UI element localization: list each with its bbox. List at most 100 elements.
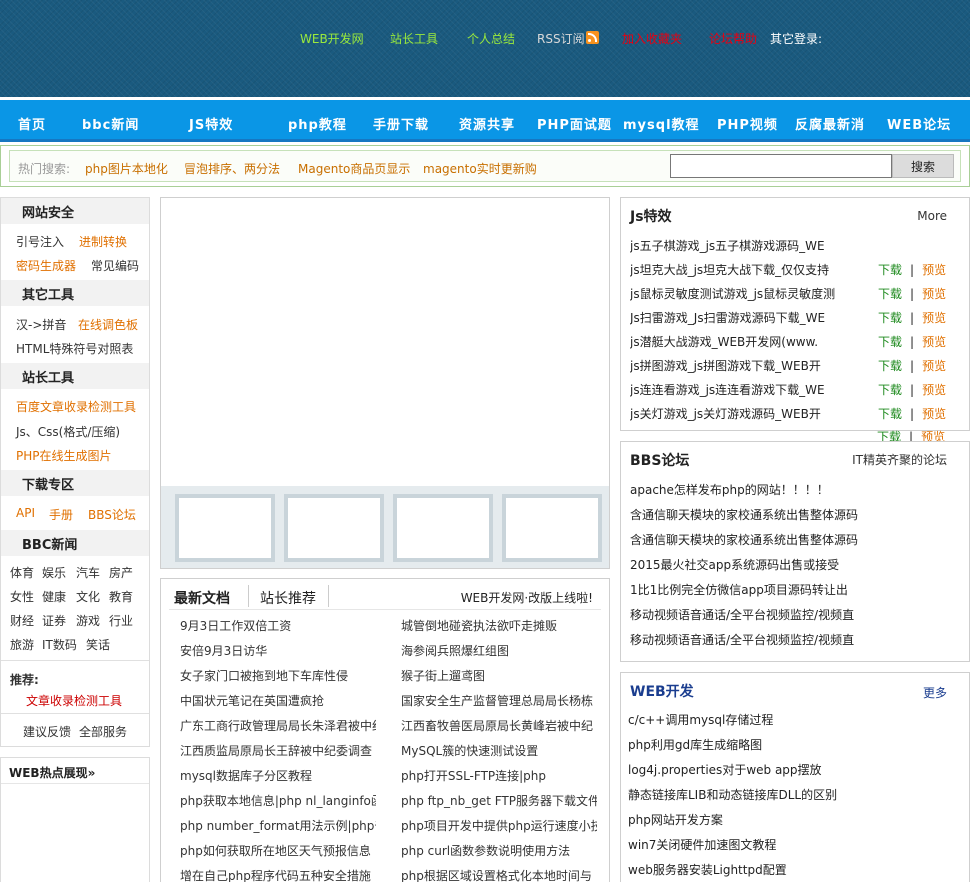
doc-link[interactable]: 9月3日工作双倍工资 [180,617,376,634]
web-article-link[interactable]: php利用gd库生成缩略图 [628,736,958,753]
top-link-forum-help[interactable]: 论坛帮助 [709,30,757,47]
doc-link[interactable]: mysql数据库子分区教程 [180,767,376,784]
nav-item-resource-share[interactable]: 资源共享 [459,114,515,133]
doc-link[interactable]: php根据区域设置格式化本地时间与 [401,867,597,882]
js-effect-link[interactable]: js关灯游戏_js关灯游戏源码_WEB开 [630,405,840,422]
web-article-link[interactable]: 静态链接库LIB和动态链接库DLL的区别 [628,786,958,803]
doc-link[interactable]: php curl函数参数说明使用方法 [401,842,597,859]
link-php-image-generator[interactable]: PHP在线生成图片 [16,447,112,464]
js-effect-link[interactable]: js拼图游戏_js拼图游戏下载_WEB开 [630,357,840,374]
news-category-link[interactable]: 房产 [109,564,133,581]
doc-link[interactable]: 增在自己php程序代码五种安全措施 [180,867,376,882]
image-slideshow[interactable] [160,197,610,569]
nav-item-bbc-news[interactable]: bbc新闻 [82,114,139,133]
download-link[interactable]: 下载 [878,287,902,301]
bbs-thread-link[interactable]: 1比1比例完全仿微信app项目源码转让出 [630,581,960,598]
news-category-link[interactable]: 体育 [10,564,34,581]
link-recommended-tool[interactable]: 文章收录检测工具 [26,692,122,709]
news-category-link[interactable]: 证券 [42,612,66,629]
doc-link[interactable]: php如何获取所在地区天气预报信息 [180,842,376,859]
download-link[interactable]: 下载 [878,407,902,421]
nav-item-php-interview[interactable]: PHP面试题 [537,114,612,133]
top-link-web-dev[interactable]: WEB开发网 [300,30,364,47]
link-all-services[interactable]: 全部服务 [79,723,127,740]
preview-link[interactable]: 预览 [922,335,946,349]
news-category-link[interactable]: 游戏 [76,612,100,629]
doc-link[interactable]: 江西质监局原局长王辞被中纪委调查 [180,742,376,759]
hot-search-link[interactable]: 冒泡排序、两分法 [184,160,280,177]
search-input[interactable] [670,154,892,178]
link-feedback[interactable]: 建议反馈 [23,723,71,740]
hot-search-link[interactable]: php图片本地化 [85,160,168,177]
doc-link[interactable]: 广东工商行政管理局局长朱泽君被中纪 [180,717,376,734]
news-category-link[interactable]: 行业 [109,612,133,629]
web-article-link[interactable]: win7关闭硬件加速图文教程 [628,836,958,853]
web-article-link[interactable]: c/c++调用mysql存储过程 [628,711,958,728]
nav-item-home[interactable]: 首页 [18,114,46,133]
top-link-webmaster-tools[interactable]: 站长工具 [390,30,438,47]
download-link[interactable]: 下载 [878,311,902,325]
doc-link[interactable]: 猴子街上遛鸢图 [401,667,597,684]
download-link[interactable]: 下载 [878,263,902,277]
link-baidu-index-check[interactable]: 百度文章收录检测工具 [16,398,136,415]
link-html-symbols[interactable]: HTML特殊符号对照表 [16,340,133,357]
link-manual[interactable]: 手册 [49,506,73,523]
doc-link[interactable]: 城管倒地碰瓷执法欲吓走摊贩 [401,617,597,634]
doc-link[interactable]: 海参阅兵照爆红组图 [401,642,597,659]
link-password-generator[interactable]: 密码生成器 [16,257,76,274]
slide-thumbnail[interactable] [393,494,493,562]
slide-thumbnail[interactable] [284,494,384,562]
bbs-thread-link[interactable]: 含通信聊天模块的家校通系统出售整体源码 [630,506,960,523]
news-category-link[interactable]: 健康 [42,588,66,605]
download-link[interactable]: 下载 [878,359,902,373]
doc-link[interactable]: php打开SSL-FTP连接|php [401,767,597,784]
js-effect-link[interactable]: js鼠标灵敏度测试游戏_js鼠标灵敏度测 [630,285,840,302]
doc-link[interactable]: 江西畜牧兽医局原局长黄峰岩被中纪 [401,717,597,734]
news-category-link[interactable]: 教育 [109,588,133,605]
top-link-add-favorite[interactable]: 加入收藏夹 [622,30,682,47]
web-article-link[interactable]: web服务器安装Lighttpd配置 [628,861,958,878]
nav-item-anticorruption[interactable]: 反腐最新消 [795,114,865,133]
js-more-link[interactable]: More [917,209,947,223]
doc-link[interactable]: php获取本地信息|php nl_langinfo函 [180,792,376,809]
preview-link[interactable]: 预览 [922,263,946,277]
js-effect-link[interactable]: js坦克大战_js坦克大战下载_仅仅支持 [630,261,840,278]
nav-item-js-effects[interactable]: JS特效 [189,114,233,133]
bbs-thread-link[interactable]: 2015最火社交app系统源码出售或接受 [630,556,960,573]
news-category-link[interactable]: 汽车 [76,564,100,581]
slide-thumbnail[interactable] [502,494,602,562]
news-category-link[interactable]: 笑话 [86,636,110,653]
slide-thumbnail[interactable] [175,494,275,562]
web-article-link[interactable]: php网站开发方案 [628,811,958,828]
doc-link[interactable]: 国家安全生产监督管理总局局长杨栋 [401,692,597,709]
nav-item-manual-download[interactable]: 手册下载 [373,114,429,133]
link-color-palette[interactable]: 在线调色板 [78,316,138,333]
doc-link[interactable]: php项目开发中提供php运行速度小技 [401,817,597,834]
bbs-thread-link[interactable]: 移动视频语音通话/全平台视频监控/视频直 [630,631,960,648]
top-link-rss[interactable]: RSS订阅 [537,30,599,47]
bbs-thread-link[interactable]: apache怎样发布php的网站！！！！ [630,481,960,498]
doc-link[interactable]: 安倍9月3日访华 [180,642,376,659]
doc-link[interactable]: 中国状元笔记在英国遭疯抢 [180,692,376,709]
bbs-thread-link[interactable]: 移动视频语音通话/全平台视频监控/视频直 [630,606,960,623]
download-link[interactable]: 下载 [878,335,902,349]
hot-search-link[interactable]: magento实时更新购 [423,160,537,177]
news-category-link[interactable]: IT数码 [42,636,77,653]
nav-item-mysql-tutorial[interactable]: mysql教程 [623,114,700,133]
link-chinese-to-pinyin[interactable]: 汉->拼音 [16,316,66,333]
news-category-link[interactable]: 旅游 [10,636,34,653]
news-category-link[interactable]: 娱乐 [42,564,66,581]
preview-link[interactable]: 预览 [922,311,946,325]
top-link-personal-summary[interactable]: 个人总结 [467,30,515,47]
nav-item-php-video[interactable]: PHP视频 [717,114,778,133]
preview-link[interactable]: 预览 [922,383,946,397]
news-category-link[interactable]: 文化 [76,588,100,605]
news-category-link[interactable]: 女性 [10,588,34,605]
nav-item-web-forum[interactable]: WEB论坛 [887,114,951,133]
tab-latest-docs[interactable]: 最新文档 [174,588,230,608]
tab-recommended[interactable]: 站长推荐 [260,588,316,608]
js-effect-link[interactable]: js潜艇大战游戏_WEB开发网(www. [630,333,840,350]
js-effect-link[interactable]: js五子棋游戏_js五子棋游戏源码_WE [630,237,840,254]
bbs-thread-link[interactable]: 含通信聊天模块的家校通系统出售整体源码 [630,531,960,548]
news-category-link[interactable]: 财经 [10,612,34,629]
